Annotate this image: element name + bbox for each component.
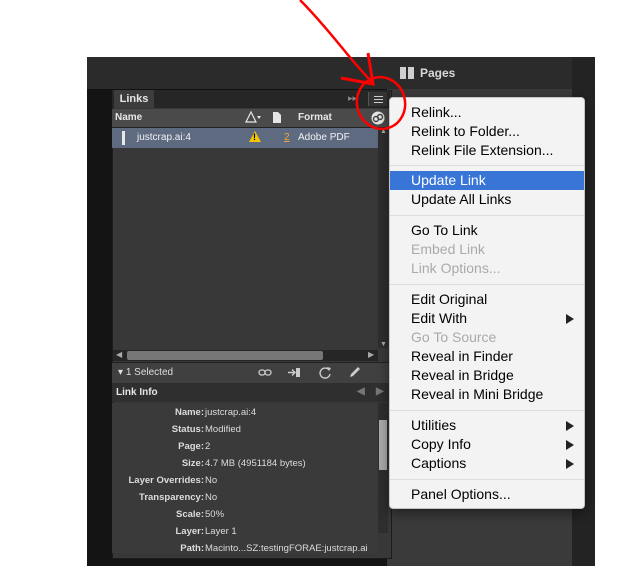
relink-icon[interactable] [258,366,272,379]
pages-panel-tab[interactable]: Pages [400,62,510,84]
menu-item-go-to-link[interactable]: Go To Link [390,221,584,240]
info-row: Transparency: No [139,492,218,503]
link-info-title: Link Info [116,387,158,398]
menu-item-panel-options[interactable]: Panel Options... [390,485,584,504]
scroll-thumb[interactable] [127,351,323,360]
link-format: Adobe PDF [298,132,350,143]
page-column-icon[interactable] [272,111,282,124]
info-row: Scale: 50% [176,509,225,520]
next-link-icon[interactable]: ▶ [376,386,384,397]
column-format[interactable]: Format [298,112,332,123]
menu-item-captions[interactable]: Captions [390,454,584,473]
info-row: Size: 4.7 MB (4951184 bytes) [181,458,306,469]
menu-item-relink-file-extension[interactable]: Relink File Extension... [390,141,584,160]
menu-item-edit-with[interactable]: Edit With [390,309,584,328]
info-row: Path: Macinto...SZ:testingFORAE:justcrap.… [180,543,368,553]
menu-item-reveal-in-mini-bridge[interactable]: Reveal in Mini Bridge [390,385,584,404]
menu-separator [390,410,584,411]
links-column-header: Name Format [112,109,390,128]
menu-separator [390,165,584,166]
table-row[interactable]: justcrap.ai:4 ! 2 Adobe PDF [112,128,378,148]
top-bar [87,57,595,90]
scroll-up-icon[interactable]: ▲ [380,128,387,135]
menu-item-reveal-in-bridge[interactable]: Reveal in Bridge [390,366,584,385]
info-row: Status: Modified [171,424,241,435]
menu-separator [390,215,584,216]
collapse-arrows-icon[interactable]: ▸▸ [348,93,357,104]
row-swatch [122,131,125,145]
submenu-arrow-icon [566,440,574,450]
goto-link-icon[interactable] [287,366,301,379]
pages-icon [400,66,414,80]
menu-item-go-to-source: Go To Source [411,329,497,345]
scroll-right-icon[interactable]: ▶ [368,350,374,359]
menu-item-update-all-links[interactable]: Update All Links [390,190,584,209]
column-name[interactable]: Name [115,112,142,123]
menu-separator [390,479,584,480]
submenu-arrow-icon [566,314,574,324]
panel-menu-icon[interactable] [368,92,387,106]
menu-item-reveal-in-finder[interactable]: Reveal in Finder [390,347,584,366]
link-name: justcrap.ai:4 [137,132,191,143]
links-panel-menu: Relink... Relink to Folder... Relink Fil… [389,97,585,509]
menu-item-edit-original[interactable]: Edit Original [390,290,584,309]
previous-link-icon[interactable]: ◀ [357,386,365,397]
status-column-icon[interactable] [245,110,261,123]
link-info-scroll-thumb[interactable] [379,420,387,470]
selection-count[interactable]: ▾ 1 Selected [118,367,173,378]
menu-item-link-options: Link Options... [411,260,501,276]
scroll-left-icon[interactable]: ◀ [116,350,122,359]
menu-item-utilities[interactable]: Utilities [390,416,584,435]
menu-item-embed-link: Embed Link [411,241,485,257]
link-info-header[interactable]: Link Info ◀ ▶ [112,383,390,402]
link-info-body: Name: justcrap.ai:4 Status: Modified Page:… [112,403,378,553]
link-badge-icon[interactable] [370,110,386,126]
selection-toolbar: ▾ 1 Selected [112,362,390,384]
links-vertical-scrollbar[interactable]: ▲ ▼ [378,128,388,348]
menu-item-relink-to-folder[interactable]: Relink to Folder... [390,122,584,141]
link-page[interactable]: 2 [284,132,290,143]
scroll-down-icon[interactable]: ▼ [380,341,387,348]
info-row: Layer Overrides: No [128,475,218,486]
update-link-icon[interactable] [318,366,332,379]
info-row: Layer: Layer 1 [175,526,237,537]
pages-panel-title: Pages [420,66,456,80]
links-panel-tab[interactable]: Links [114,90,154,108]
submenu-arrow-icon [566,421,574,431]
info-row: Name: justcrap.ai:4 [174,407,257,418]
menu-separator [390,284,584,285]
menu-item-update-link[interactable]: Update Link [390,171,584,190]
info-row: Page: 2 [178,441,211,452]
edit-original-icon[interactable] [348,366,362,379]
submenu-arrow-icon [566,459,574,469]
menu-item-relink[interactable]: Relink... [390,103,584,122]
menu-item-copy-info[interactable]: Copy Info [390,435,584,454]
